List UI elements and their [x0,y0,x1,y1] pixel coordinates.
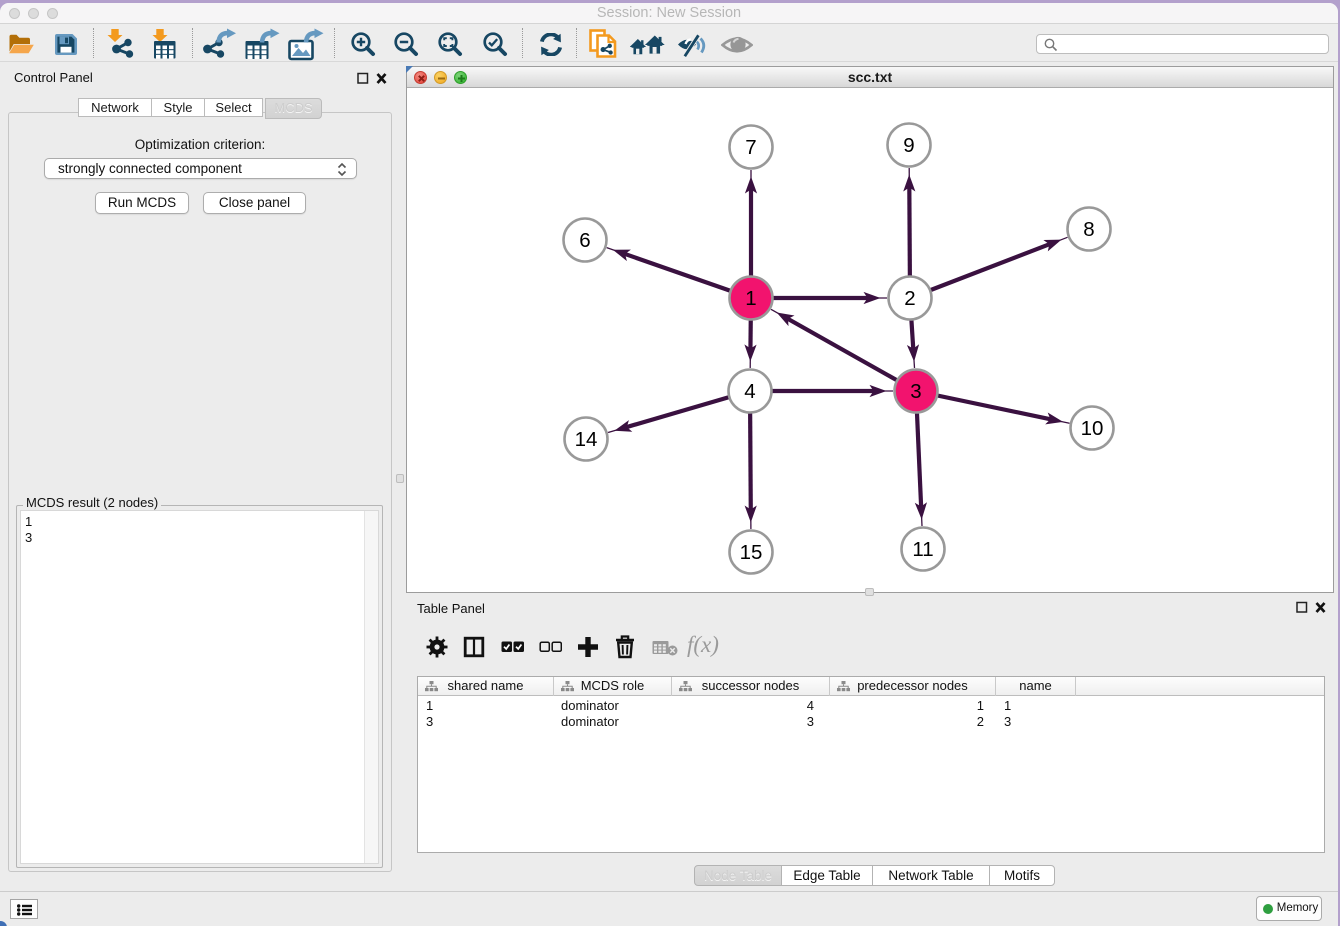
svg-text:14: 14 [575,428,598,451]
svg-text:6: 6 [579,229,590,252]
svg-text:9: 9 [903,134,914,157]
svg-text:2: 2 [904,287,915,310]
svg-text:10: 10 [1081,417,1104,440]
svg-text:3: 3 [910,380,921,403]
svg-text:11: 11 [912,538,933,561]
svg-text:7: 7 [745,136,756,159]
svg-text:1: 1 [745,287,756,310]
svg-text:8: 8 [1083,218,1094,241]
svg-text:4: 4 [744,380,755,403]
svg-text:15: 15 [740,541,763,564]
